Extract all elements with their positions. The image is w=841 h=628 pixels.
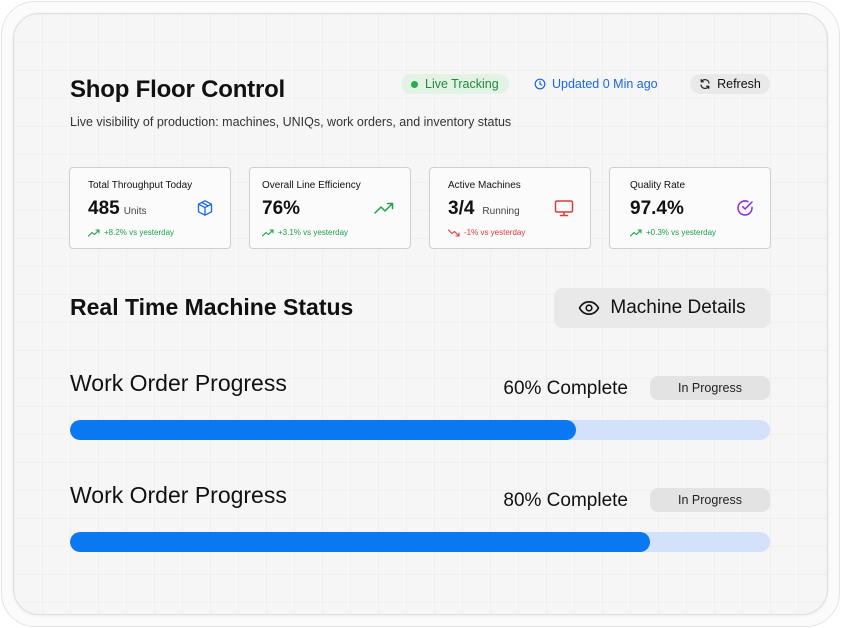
kpi-trend-label: +0.3% vs yesterday	[646, 228, 717, 237]
page-subtitle: Live visibility of production: machines,…	[70, 115, 512, 129]
live-tracking-badge: Live Tracking	[401, 74, 509, 94]
kpi-trend-label: +3.1% vs yesterday	[278, 228, 349, 237]
live-dot-icon	[411, 80, 418, 88]
kpi-label: Overall Line Efficiency	[262, 180, 361, 191]
package-icon	[197, 200, 213, 216]
kpi-trend-label: -1% vs yesterday	[464, 228, 526, 237]
kpi-unit: Units	[123, 206, 147, 217]
work-order-percent: 60% Complete	[503, 378, 628, 399]
trend-up-icon	[262, 228, 274, 237]
kpi-value-number: 3/4	[448, 198, 475, 219]
kpi-trend: +3.1% vs yesterday	[262, 228, 348, 237]
work-order-title: Work Order Progress	[70, 482, 287, 508]
machine-status-title: Real Time Machine Status	[70, 294, 354, 320]
kpi-card-throughput: Total Throughput Today 485 Units +8.2% vs…	[69, 167, 231, 249]
check-circle-icon	[737, 200, 753, 216]
trend-up-icon	[88, 228, 100, 237]
monitor-icon	[554, 200, 574, 217]
kpi-label: Active Machines	[448, 180, 521, 191]
kpi-trend: -1% vs yesterday	[448, 228, 525, 237]
updated-label: Updated 0 Min ago	[552, 77, 658, 91]
kpi-trend: +8.2% vs yesterday	[88, 228, 174, 237]
kpi-value: 3/4 Running	[448, 198, 520, 220]
progress-bar-track	[70, 420, 770, 440]
trend-up-icon	[630, 228, 642, 237]
kpi-card-quality: Quality Rate 97.4% +0.3% vs yesterday	[609, 167, 771, 249]
kpi-trend: +0.3% vs yesterday	[630, 228, 716, 237]
progress-bar-fill	[70, 532, 651, 552]
kpi-card-machines: Active Machines 3/4 Running -1% vs yester…	[429, 167, 591, 249]
work-order-percent: 80% Complete	[503, 490, 628, 511]
kpi-label: Total Throughput Today	[88, 180, 193, 191]
progress-bar-fill	[70, 420, 577, 440]
kpi-unit: Running	[482, 206, 520, 217]
machine-details-button[interactable]: Machine Details	[554, 288, 770, 328]
kpi-value-number: 76%	[262, 198, 301, 219]
work-order-title: Work Order Progress	[70, 370, 287, 396]
eye-icon	[579, 301, 600, 315]
kpi-card-efficiency: Overall Line Efficiency 76% +3.1% vs yes…	[249, 167, 411, 249]
kpi-value-number: 97.4%	[630, 198, 684, 219]
progress-bar-track	[70, 532, 770, 552]
live-tracking-label: Live Tracking	[425, 77, 499, 91]
page-title: Shop Floor Control	[70, 76, 286, 103]
kpi-value: 97.4%	[630, 198, 684, 220]
refresh-icon	[700, 79, 710, 89]
status-badge: In Progress	[650, 376, 770, 400]
trending-up-icon	[374, 202, 394, 214]
kpi-trend-label: +8.2% vs yesterday	[104, 228, 175, 237]
updated-status: Updated 0 Min ago	[534, 74, 658, 94]
refresh-label: Refresh	[717, 77, 761, 91]
trend-down-icon	[448, 228, 460, 237]
kpi-label: Quality Rate	[630, 180, 686, 191]
refresh-button[interactable]: Refresh	[690, 74, 770, 94]
kpi-value: 485 Units	[88, 198, 147, 220]
clock-icon	[534, 78, 546, 90]
kpi-value: 76%	[262, 198, 300, 220]
kpi-value-number: 485	[88, 198, 120, 219]
machine-details-label: Machine Details	[610, 297, 746, 318]
status-badge: In Progress	[650, 488, 770, 512]
